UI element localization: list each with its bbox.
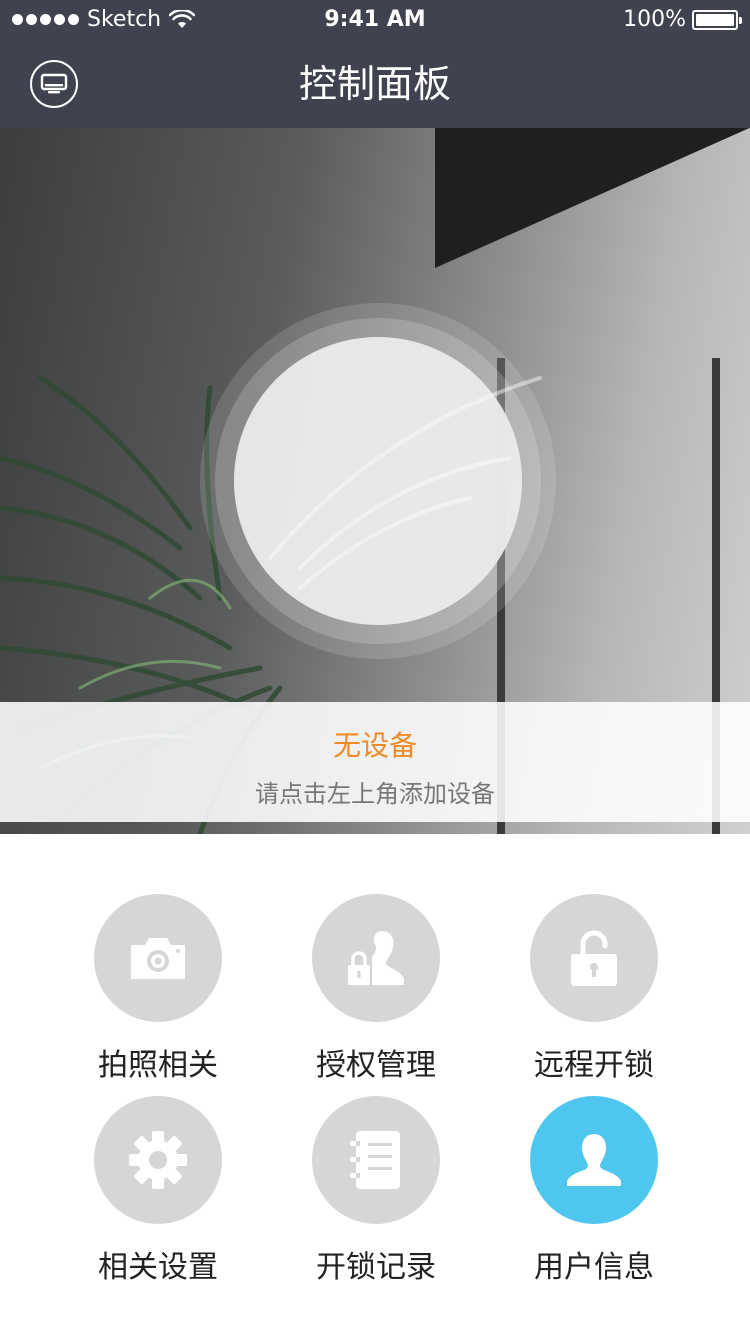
user-icon	[567, 1134, 621, 1186]
user-lock-icon	[348, 931, 404, 985]
device-hint-text: 请点击左上角添加设备	[255, 780, 495, 808]
menu-item-user-info[interactable]: 用户信息	[494, 1096, 694, 1286]
menu-icon-circle	[94, 1096, 222, 1224]
device-info-band: 无设备 请点击左上角添加设备	[0, 702, 750, 822]
hero-banner: 无设备 请点击左上角添加设备	[0, 128, 750, 834]
battery-percent: 100%	[623, 7, 686, 32]
menu-label: 授权管理	[316, 1048, 436, 1083]
menu-item-authorization[interactable]: 授权管理	[276, 894, 476, 1084]
menu-icon-circle	[530, 894, 658, 1022]
unlock-icon	[571, 930, 617, 986]
notebook-icon	[350, 1131, 400, 1189]
device-status-text: 无设备	[332, 729, 417, 762]
menu-icon-circle	[530, 1096, 658, 1224]
battery-icon	[692, 9, 742, 30]
nav-bar: 控制面板	[0, 40, 750, 128]
menu-item-photo[interactable]: 拍照相关	[58, 894, 258, 1084]
menu-icon-circle	[312, 894, 440, 1022]
gear-icon	[129, 1131, 187, 1189]
camera-icon	[131, 938, 185, 979]
status-bar: Sketch 9:41 AM 100%	[0, 0, 750, 40]
menu-item-remote-unlock[interactable]: 远程开锁	[494, 894, 694, 1084]
page-title: 控制面板	[298, 62, 451, 106]
menu-label: 拍照相关	[98, 1048, 218, 1083]
menu-icon-circle	[312, 1096, 440, 1224]
menu-label: 相关设置	[98, 1250, 218, 1285]
menu-item-unlock-records[interactable]: 开锁记录	[276, 1096, 476, 1286]
menu-label: 开锁记录	[316, 1250, 436, 1285]
menu-icon-circle	[94, 894, 222, 1022]
menu-label: 远程开锁	[534, 1048, 654, 1083]
battery-area: 100%	[623, 7, 742, 32]
menu-label: 用户信息	[534, 1250, 654, 1285]
menu-item-settings[interactable]: 相关设置	[58, 1096, 258, 1286]
